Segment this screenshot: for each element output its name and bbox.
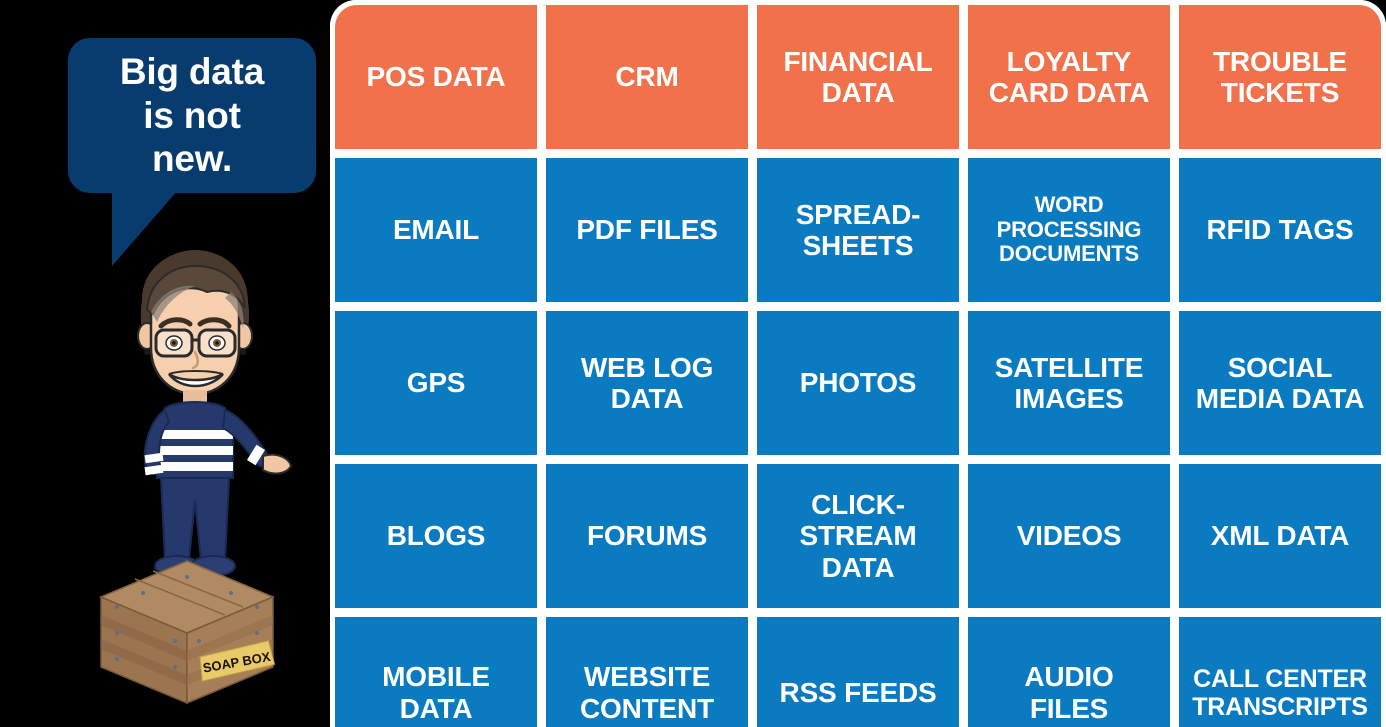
data-sources-grid: POS DATA CRM FINANCIAL DATA LOYALTY CARD… <box>330 0 1386 727</box>
table-cell[interactable]: PDF FILES <box>546 158 748 302</box>
table-cell[interactable]: BLOGS <box>335 464 537 608</box>
table-cell[interactable]: WORD PROCESSING DOCUMENTS <box>968 158 1170 302</box>
table-cell[interactable]: LOYALTY CARD DATA <box>968 5 1170 149</box>
presenter-panel: Big data is not new. SOAP BOX <box>0 0 330 727</box>
table-cell[interactable]: CRM <box>546 5 748 149</box>
table-cell[interactable]: RFID TAGS <box>1179 158 1381 302</box>
table-cell[interactable]: WEB LOG DATA <box>546 311 748 455</box>
table-cell[interactable]: FINANCIAL DATA <box>757 5 959 149</box>
table-cell[interactable]: MOBILE DATA <box>335 617 537 727</box>
table-cell[interactable]: CLICK- STREAM DATA <box>757 464 959 608</box>
data-sources-table: POS DATA CRM FINANCIAL DATA LOYALTY CARD… <box>330 0 1386 727</box>
table-cell[interactable]: RSS FEEDS <box>757 617 959 727</box>
table-cell[interactable]: VIDEOS <box>968 464 1170 608</box>
table-cell[interactable]: POS DATA <box>335 5 537 149</box>
table-cell[interactable]: TROUBLE TICKETS <box>1179 5 1381 149</box>
table-cell[interactable]: EMAIL <box>335 158 537 302</box>
table-cell[interactable]: SOCIAL MEDIA DATA <box>1179 311 1381 455</box>
table-cell[interactable]: PHOTOS <box>757 311 959 455</box>
table-cell[interactable]: GPS <box>335 311 537 455</box>
presenter-avatar-icon <box>137 250 293 577</box>
table-cell[interactable]: XML DATA <box>1179 464 1381 608</box>
table-cell[interactable]: CALL CENTER TRANSCRIPTS <box>1179 617 1381 727</box>
slide-canvas: Big data is not new. SOAP BOX POS DATA C… <box>0 0 1386 727</box>
soap-box-crate-icon: SOAP BOX <box>99 560 276 705</box>
speech-bubble: Big data is not new. <box>68 38 316 193</box>
speech-bubble-text: Big data is not new. <box>119 51 265 180</box>
table-cell[interactable]: SPREAD- SHEETS <box>757 158 959 302</box>
table-cell[interactable]: AUDIO FILES <box>968 617 1170 727</box>
table-cell[interactable]: WEBSITE CONTENT <box>546 617 748 727</box>
table-cell[interactable]: SATELLITE IMAGES <box>968 311 1170 455</box>
table-cell[interactable]: FORUMS <box>546 464 748 608</box>
